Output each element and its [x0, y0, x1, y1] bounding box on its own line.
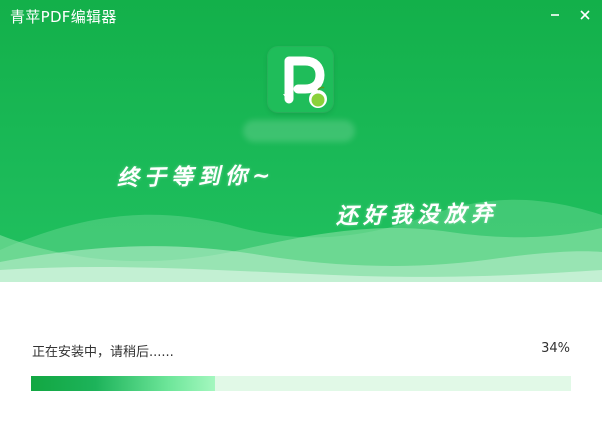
window-title: 青苹PDF编辑器	[10, 8, 117, 26]
installer-window: 青苹PDF编辑器 终于等到你~ 还好我没放弃 正在安装中，请稍后...... 3…	[0, 0, 602, 445]
install-progress-bar	[31, 376, 571, 391]
header-banner: 青苹PDF编辑器 终于等到你~ 还好我没放弃	[0, 0, 602, 282]
close-icon	[580, 10, 590, 20]
logo-glow	[243, 120, 355, 142]
slogan-line-1: 终于等到你~	[116, 162, 276, 192]
minimize-icon	[551, 14, 559, 16]
install-percent-label: 34%	[541, 341, 570, 356]
slogan-line-2: 还好我没放弃	[335, 200, 499, 230]
minimize-button[interactable]	[544, 4, 566, 26]
install-progress-fill	[31, 376, 215, 391]
install-status-text: 正在安装中，请稍后......	[32, 345, 174, 360]
app-logo-icon	[268, 47, 333, 112]
close-button[interactable]	[574, 4, 596, 26]
